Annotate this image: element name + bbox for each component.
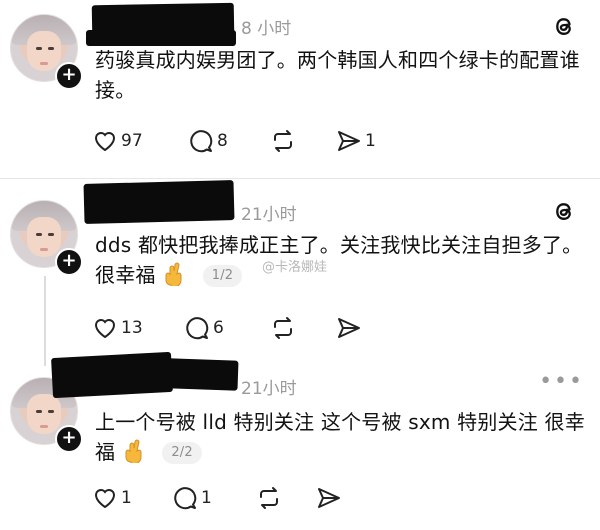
avatar[interactable]: +	[10, 14, 83, 90]
post-text: 上一个号被 lld 特别关注 这个号被 sxm 特别关注 很幸福 2/2	[95, 407, 590, 467]
send-arrow-icon	[338, 318, 360, 338]
post-3[interactable]: + 21小时 ••• 上一个号被 lld 特别关注 这个号被 sxm 特别关注 …	[0, 351, 600, 530]
crossed-fingers-emoji	[165, 262, 182, 286]
comment-count: 8	[217, 131, 228, 151]
post-time: 8 小时	[241, 19, 292, 39]
like-count: 13	[121, 318, 143, 338]
watermark: @卡洛娜娃	[262, 260, 328, 275]
redacted-username-part	[86, 30, 236, 46]
share-button[interactable]: 1	[336, 126, 376, 156]
post-actions: 13 6	[92, 313, 392, 343]
follow-plus-button[interactable]: +	[55, 425, 83, 453]
like-button[interactable]: 1	[92, 483, 132, 513]
crossed-fingers-emoji	[125, 439, 142, 463]
follow-plus-button[interactable]: +	[55, 62, 83, 90]
repost-arrows-icon	[274, 317, 292, 339]
repost-button[interactable]	[270, 313, 296, 343]
share-button[interactable]	[316, 483, 342, 513]
comment-bubble-icon	[186, 317, 209, 340]
like-count: 97	[121, 131, 143, 151]
thread-pager-badge: 2/2	[162, 442, 202, 464]
heart-icon	[94, 319, 116, 339]
like-count: 1	[121, 488, 132, 508]
repost-button[interactable]	[256, 483, 282, 513]
threads-logo-icon[interactable]	[550, 12, 578, 40]
thread-pager-badge: 1/2	[202, 265, 243, 287]
post-divider	[0, 178, 600, 179]
post-text: 药骏真成内娱男团了。两个韩国人和四个绿卡的配置谁接。	[95, 48, 580, 102]
comment-bubble-icon	[190, 130, 213, 153]
thread-connector-line	[44, 276, 46, 366]
follow-plus-button[interactable]: +	[55, 248, 83, 276]
repost-button[interactable]	[270, 126, 296, 156]
repost-arrows-icon	[274, 130, 292, 152]
send-arrow-icon	[338, 131, 360, 151]
post-actions: 97 8 1	[92, 126, 392, 156]
post-1[interactable]: + 8 小时 药骏真成内娱男团了。两个韩国人和四个绿卡的配置谁接。 97 8 1	[0, 0, 600, 180]
comment-button[interactable]: 6	[184, 313, 224, 343]
comment-count: 6	[213, 318, 224, 338]
more-dots-icon[interactable]: •••	[539, 369, 584, 394]
share-count: 1	[365, 131, 376, 151]
like-button[interactable]: 97	[92, 126, 143, 156]
send-arrow-icon	[318, 488, 340, 508]
share-button[interactable]	[336, 313, 362, 343]
avatar[interactable]: +	[10, 200, 83, 276]
heart-icon	[94, 489, 116, 509]
comment-count: 1	[201, 488, 212, 508]
comment-bubble-icon	[174, 487, 197, 510]
redacted-username-part	[139, 357, 239, 391]
post-2[interactable]: + 21小时 dds 都快把我捧成正主了。关注我快比关注自担多了。很幸福 1/2…	[0, 180, 600, 366]
heart-icon	[94, 132, 116, 152]
post-text: dds 都快把我捧成正主了。关注我快比关注自担多了。很幸福 1/2	[95, 230, 590, 290]
comment-button[interactable]: 8	[188, 126, 228, 156]
like-button[interactable]: 13	[92, 313, 143, 343]
redacted-username	[83, 180, 235, 224]
threads-logo-icon[interactable]	[550, 197, 578, 225]
comment-button[interactable]: 1	[172, 483, 212, 513]
post-actions: 1 1	[92, 483, 392, 513]
repost-arrows-icon	[260, 487, 278, 509]
post-time: 21小时	[241, 379, 297, 399]
post-time: 21小时	[241, 205, 297, 225]
